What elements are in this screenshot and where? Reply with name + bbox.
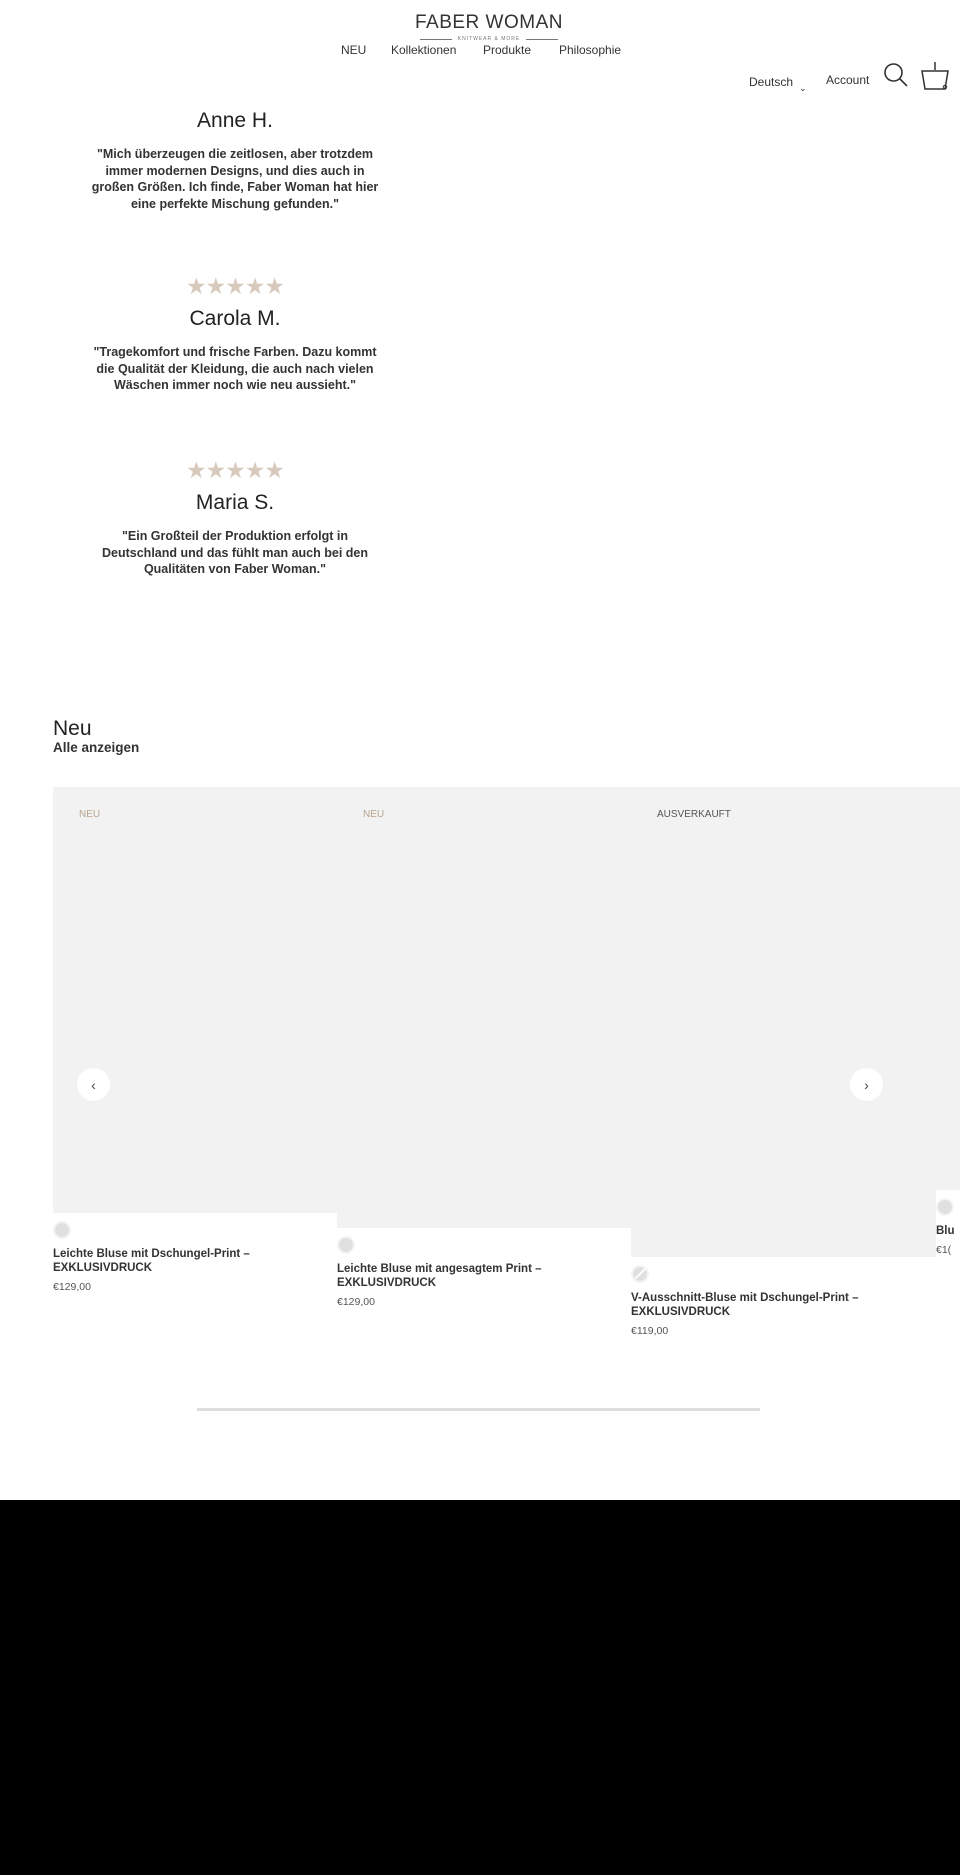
product-image[interactable]: NEU: [337, 787, 631, 1228]
color-swatch[interactable]: [337, 1236, 355, 1254]
review-quote: "Mich überzeugen die zeitlosen, aber tro…: [91, 147, 379, 211]
chevron-right-icon: ›: [864, 1076, 869, 1093]
footer: [0, 1500, 960, 1875]
product-title[interactable]: V-Ausschnitt-Bluse mit Dschungel-Print –…: [631, 1291, 936, 1319]
product-price: €1(: [936, 1244, 952, 1256]
view-all-link[interactable]: Alle anzeigen: [53, 740, 139, 755]
product-price: €129,00: [337, 1296, 375, 1308]
chevron-left-icon: ‹: [91, 1076, 96, 1093]
carousel-prev-button[interactable]: ‹: [77, 1068, 110, 1101]
product-card[interactable]: NEU Leichte Bluse mit angesagtem Print –…: [337, 787, 631, 1308]
reviewer-name: Maria S.: [195, 491, 275, 514]
product-price: €129,00: [53, 1281, 91, 1293]
chevron-down-icon: ⌄: [799, 83, 807, 93]
nav-philosophie[interactable]: Philosophie: [559, 43, 621, 57]
nav-neu[interactable]: NEU: [341, 43, 366, 57]
section-title: Neu: [53, 717, 92, 740]
product-image[interactable]: [936, 787, 960, 1190]
review-quote: "Tragekomfort und frische Farben. Dazu k…: [93, 345, 377, 392]
review-card: Anne H. "Mich überzeugen die zeitlosen, …: [84, 108, 386, 212]
review-card: ★★★★★ Carola M. "Tragekomfort und frisch…: [84, 274, 386, 394]
reviewer-name: Carola M.: [189, 307, 281, 330]
product-title[interactable]: Leichte Bluse mit angesagtem Print – EXK…: [337, 1262, 631, 1290]
product-card[interactable]: NEU Leichte Bluse mit Dschungel-Print – …: [53, 787, 337, 1293]
nav-kollektionen[interactable]: Kollektionen: [391, 43, 456, 57]
nav-produkte[interactable]: Produkte: [483, 43, 531, 57]
product-image[interactable]: AUSVERKAUFT: [631, 787, 936, 1257]
logo[interactable]: FABER WOMAN KNITWEAR & MORE: [0, 12, 960, 42]
product-badge: NEU: [79, 809, 101, 820]
language-selector[interactable]: Deutsch ⌄: [749, 75, 807, 93]
reviewer-name: Anne H.: [197, 109, 273, 132]
product-card[interactable]: AUSVERKAUFT V-Ausschnitt-Bluse mit Dschu…: [631, 787, 936, 1337]
star-rating: ★★★★★: [185, 273, 285, 299]
logo-tagline: KNITWEAR & MORE: [18, 36, 960, 42]
carousel-scrollbar[interactable]: [197, 1408, 760, 1411]
review-card: ★★★★★ Maria S. "Ein Großteil der Produkt…: [84, 458, 386, 578]
color-swatch-unavailable[interactable]: [631, 1265, 649, 1283]
product-badge: AUSVERKAUFT: [657, 809, 731, 820]
product-title[interactable]: Blu: [936, 1224, 960, 1238]
product-price: €119,00: [631, 1325, 669, 1337]
language-label: Deutsch: [749, 75, 794, 89]
product-badge: NEU: [363, 809, 385, 820]
search-icon[interactable]: [883, 62, 909, 93]
cart-icon[interactable]: [920, 60, 950, 97]
carousel-next-button[interactable]: ›: [850, 1068, 883, 1101]
product-card[interactable]: Blu €1(: [936, 787, 960, 1256]
logo-name: FABER WOMAN: [414, 12, 563, 33]
star-rating: ★★★★★: [185, 457, 285, 483]
account-link[interactable]: Account: [826, 73, 869, 87]
product-image[interactable]: NEU: [53, 787, 337, 1213]
color-swatch[interactable]: [53, 1221, 71, 1239]
product-title[interactable]: Leichte Bluse mit Dschungel-Print – EXKL…: [53, 1247, 337, 1275]
review-quote: "Ein Großteil der Produktion erfolgt in …: [102, 529, 368, 576]
color-swatch[interactable]: [936, 1198, 954, 1216]
